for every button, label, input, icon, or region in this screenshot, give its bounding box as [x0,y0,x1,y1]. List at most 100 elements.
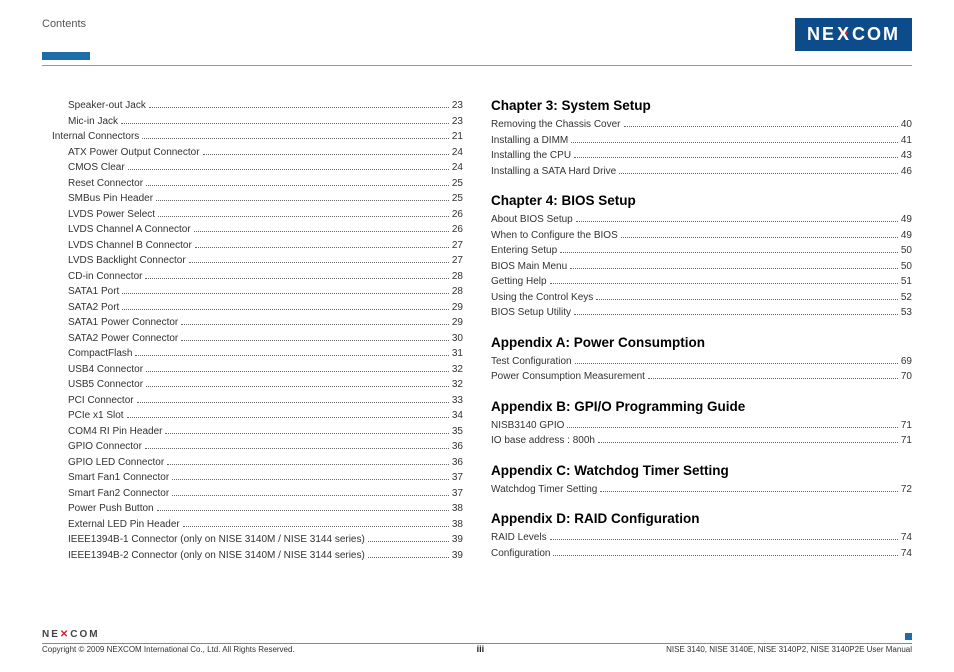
toc-entry-label: About BIOS Setup [491,212,573,228]
toc-entry[interactable]: IO base address : 800h71 [491,433,912,449]
toc-entry-label: ATX Power Output Connector [68,145,200,161]
toc-leader-dots [157,510,449,511]
toc-entry[interactable]: LVDS Backlight Connector27 [42,253,463,269]
toc-entry-label: BIOS Setup Utility [491,305,571,321]
toc-entry-page: 37 [452,470,463,486]
toc-entry[interactable]: SATA2 Port29 [42,300,463,316]
toc-entry-label: Mic-in Jack [68,114,118,130]
toc-entry-label: Watchdog Timer Setting [491,482,597,498]
toc-entry-page: 28 [452,284,463,300]
toc-entry[interactable]: Internal Connectors21 [42,129,463,145]
toc-entry[interactable]: BIOS Setup Utility53 [491,305,912,321]
copyright-text: Copyright © 2009 NEXCOM International Co… [42,645,295,654]
toc-entry[interactable]: USB5 Connector32 [42,377,463,393]
toc-leader-dots [553,555,897,556]
toc-entry[interactable]: Using the Control Keys52 [491,290,912,306]
toc-entry[interactable]: LVDS Channel A Connector26 [42,222,463,238]
toc-leader-dots [570,268,898,269]
toc-entry[interactable]: Installing the CPU43 [491,148,912,164]
toc-entry[interactable]: ATX Power Output Connector 24 [42,145,463,161]
toc-entry-label: Using the Control Keys [491,290,593,306]
toc-entry-label: PCIe x1 Slot [68,408,124,424]
toc-entry[interactable]: USB4 Connector32 [42,362,463,378]
toc-entry[interactable]: BIOS Main Menu50 [491,259,912,275]
toc-leader-dots [121,123,449,124]
toc-entry-page: 74 [901,546,912,562]
toc-entry[interactable]: IEEE1394B-2 Connector (only on NISE 3140… [42,548,463,564]
toc-entry[interactable]: Configuration 74 [491,546,912,562]
header-left: Contents [42,18,86,33]
toc-entry[interactable]: Installing a SATA Hard Drive46 [491,164,912,180]
toc-leader-dots [135,355,448,356]
footer-logo-row: NE✕COM [42,629,912,642]
toc-leader-dots [575,363,898,364]
toc-entry[interactable]: When to Configure the BIOS49 [491,228,912,244]
toc-entry-label: COM4 RI Pin Header [68,424,162,440]
toc-entry-page: 33 [452,393,463,409]
toc-entry[interactable]: SATA2 Power Connector30 [42,331,463,347]
toc-section-title: Appendix C: Watchdog Timer Setting [491,463,912,478]
toc-entry[interactable]: LVDS Channel B Connector27 [42,238,463,254]
toc-leader-dots [624,126,898,127]
toc-column-left: Speaker-out Jack23Mic-in Jack23Internal … [42,98,463,563]
toc-entry[interactable]: SATA1 Power Connector29 [42,315,463,331]
toc-entry-label: Test Configuration [491,354,572,370]
toc-leader-dots [145,278,448,279]
toc-entry-label: CMOS Clear [68,160,125,176]
toc-entry-label: Removing the Chassis Cover [491,117,621,133]
toc-entry[interactable]: Speaker-out Jack23 [42,98,463,114]
toc-leader-dots [203,154,449,155]
logo-text-com: COM [852,24,900,45]
toc-entry[interactable]: COM4 RI Pin Header35 [42,424,463,440]
toc-entry-page: 38 [452,517,463,533]
toc-entry[interactable]: Mic-in Jack23 [42,114,463,130]
toc-entry[interactable]: NISB3140 GPIO71 [491,418,912,434]
toc-entry[interactable]: Removing the Chassis Cover 40 [491,117,912,133]
toc-entry[interactable]: CMOS Clear24 [42,160,463,176]
toc-entry[interactable]: Smart Fan2 Connector37 [42,486,463,502]
toc-entry-label: PCI Connector [68,393,134,409]
toc-entry[interactable]: About BIOS Setup49 [491,212,912,228]
toc-entry[interactable]: SMBus Pin Header25 [42,191,463,207]
toc-entry-label: IEEE1394B-1 Connector (only on NISE 3140… [68,532,365,548]
toc-entry[interactable]: Power Push Button38 [42,501,463,517]
toc-entry[interactable]: Watchdog Timer Setting 72 [491,482,912,498]
toc-entry[interactable]: Getting Help51 [491,274,912,290]
toc-entry[interactable]: Power Consumption Measurement70 [491,369,912,385]
toc-entry-page: 50 [901,243,912,259]
toc-entry[interactable]: LVDS Power Select26 [42,207,463,223]
toc-entry[interactable]: Reset Connector25 [42,176,463,192]
toc-entry-page: 24 [452,145,463,161]
toc-entry[interactable]: Entering Setup50 [491,243,912,259]
toc-entry-label: SATA2 Power Connector [68,331,178,347]
toc-entry[interactable]: RAID Levels74 [491,530,912,546]
toc-entry[interactable]: PCI Connector 33 [42,393,463,409]
toc-leader-dots [149,107,449,108]
toc-entry-page: 72 [901,482,912,498]
toc-entry-page: 71 [901,418,912,434]
toc-entry[interactable]: CD-in Connector28 [42,269,463,285]
toc-entry[interactable]: GPIO LED Connector36 [42,455,463,471]
toc-leader-dots [172,495,449,496]
toc-entry[interactable]: SATA1 Port28 [42,284,463,300]
toc-entry[interactable]: Test Configuration 69 [491,354,912,370]
toc-entry[interactable]: External LED Pin Header38 [42,517,463,533]
toc-entry[interactable]: IEEE1394B-1 Connector (only on NISE 3140… [42,532,463,548]
toc-entry[interactable]: PCIe x1 Slot34 [42,408,463,424]
header-divider [42,47,912,66]
toc-entry-page: 29 [452,315,463,331]
toc-entry[interactable]: GPIO Connector36 [42,439,463,455]
toc-entry-page: 26 [452,222,463,238]
toc-entry-label: LVDS Backlight Connector [68,253,186,269]
toc-leader-dots [122,309,449,310]
toc-entry-label: Configuration [491,546,550,562]
page-footer: NE✕COM Copyright © 2009 NEXCOM Internati… [42,629,912,654]
toc-entry[interactable]: Smart Fan1 Connector37 [42,470,463,486]
toc-entry[interactable]: Installing a DIMM41 [491,133,912,149]
toc-entry-page: 69 [901,354,912,370]
toc-entry-label: Speaker-out Jack [68,98,146,114]
toc-entry-page: 40 [901,117,912,133]
toc-leader-dots [158,216,449,217]
toc-leader-dots [550,539,898,540]
toc-entry[interactable]: CompactFlash31 [42,346,463,362]
